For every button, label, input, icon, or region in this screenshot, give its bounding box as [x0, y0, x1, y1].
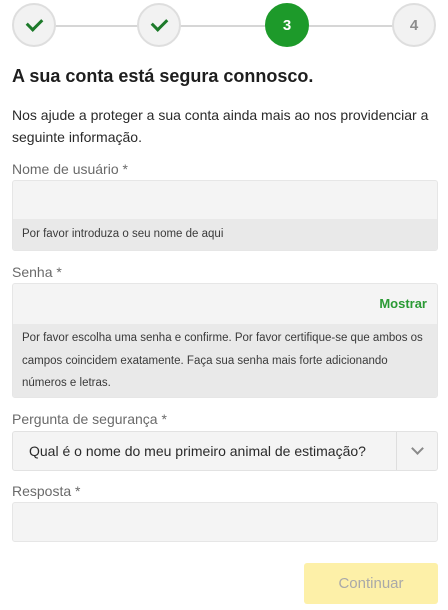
step-3-active: 3 [265, 3, 309, 47]
step-2-done [137, 3, 181, 47]
stepper-track [34, 25, 414, 27]
show-password-button[interactable]: Mostrar [379, 296, 427, 311]
progress-stepper: 3 4 [0, 0, 448, 56]
continue-button[interactable]: Continuar [304, 563, 438, 604]
security-question-value: Qual é o nome do meu primeiro animal de … [29, 443, 366, 459]
answer-input[interactable] [13, 503, 437, 541]
security-question-label: Pergunta de segurança * [12, 411, 167, 427]
answer-field-group [12, 502, 438, 542]
step-4-pending: 4 [392, 3, 436, 47]
check-icon [150, 14, 168, 32]
username-label: Nome de usuário * [12, 161, 128, 177]
password-field-group: Mostrar Por favor escolha uma senha e co… [12, 283, 438, 398]
username-input[interactable] [13, 181, 437, 219]
answer-label: Resposta * [12, 483, 81, 499]
intro-text: Nos ajude a proteger a sua conta ainda m… [12, 107, 429, 145]
username-hint: Por favor introduza o seu nome de aqui [13, 219, 437, 250]
select-divider [396, 432, 397, 470]
chevron-down-icon[interactable] [411, 442, 424, 455]
step-1-done [12, 3, 56, 47]
username-field-group: Por favor introduza o seu nome de aqui [12, 180, 438, 251]
security-question-select[interactable]: Qual é o nome do meu primeiro animal de … [12, 431, 438, 471]
password-hint: Por favor escolha uma senha e confirme. … [13, 324, 437, 397]
check-icon [25, 14, 43, 32]
password-label: Senha * [12, 264, 62, 280]
page-title: A sua conta está segura connosco. [12, 66, 314, 86]
password-input[interactable] [13, 284, 437, 324]
